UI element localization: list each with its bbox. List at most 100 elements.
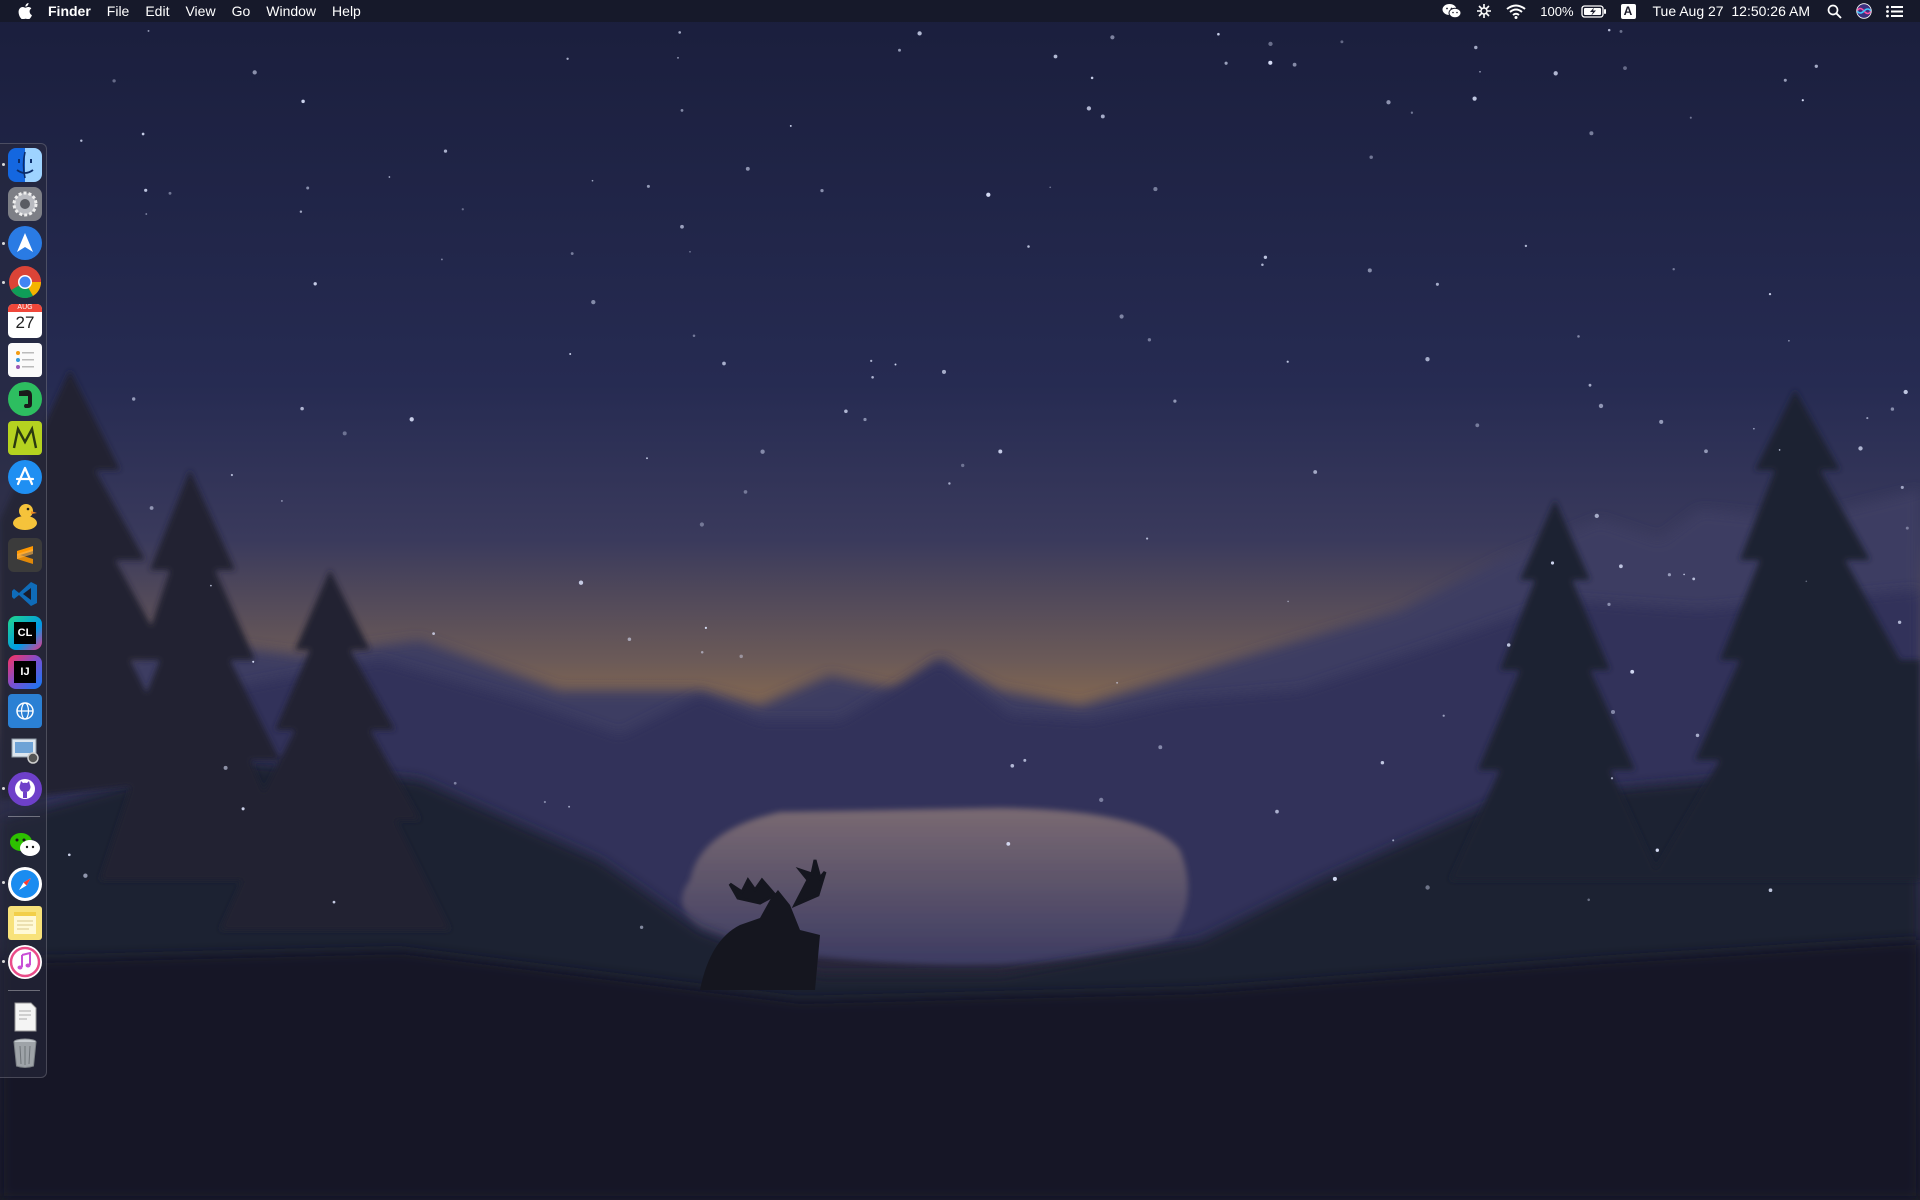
star: [1119, 314, 1124, 319]
dock-itunes[interactable]: [8, 945, 42, 979]
star: [342, 431, 347, 436]
star: [1475, 423, 1480, 428]
star: [986, 192, 991, 197]
star: [678, 31, 682, 34]
star: [941, 369, 947, 374]
dock-sublime-text[interactable]: [8, 538, 42, 572]
star: [591, 299, 596, 305]
star: [388, 176, 391, 178]
star: [147, 29, 150, 32]
clock-datetime[interactable]: Tue Aug 27 12:50:26 AM: [1643, 0, 1821, 22]
menu-go[interactable]: Go: [224, 0, 259, 22]
dock-finder[interactable]: [8, 148, 42, 182]
star: [1369, 155, 1373, 159]
star: [871, 376, 874, 379]
star: [67, 853, 71, 857]
star: [1607, 602, 1611, 607]
star: [1630, 669, 1635, 674]
star: [1903, 389, 1908, 395]
dock-clion[interactable]: CL: [8, 616, 42, 650]
sublime-icon: [17, 546, 33, 564]
star: [1905, 526, 1909, 530]
spotlight-search-icon[interactable]: [1820, 0, 1849, 22]
wechat-icon[interactable]: [1435, 0, 1469, 22]
dock-visual-studio-code[interactable]: [8, 577, 42, 611]
star: [1788, 339, 1790, 342]
apple-logo-icon[interactable]: [18, 2, 34, 20]
running-indicator: [2, 242, 5, 245]
dock-notes[interactable]: [8, 906, 42, 940]
star: [1619, 29, 1623, 33]
star: [948, 482, 951, 485]
dock-reminders[interactable]: [8, 343, 42, 377]
dock-cyberduck[interactable]: [8, 499, 42, 533]
dock: AUG 27 CL IJ: [0, 143, 47, 1078]
dock-wechat[interactable]: [8, 828, 42, 862]
menu-window[interactable]: Window: [258, 0, 324, 22]
star: [639, 925, 644, 929]
star: [760, 449, 765, 454]
extension-icon[interactable]: [1469, 0, 1499, 22]
star: [1900, 485, 1904, 489]
compass-icon: [11, 870, 39, 898]
star: [1589, 131, 1594, 136]
siri-icon[interactable]: [1849, 0, 1879, 22]
menu-help[interactable]: Help: [324, 0, 369, 22]
star: [1158, 745, 1163, 750]
dock-intellij-idea[interactable]: IJ: [8, 655, 42, 689]
star: [1268, 41, 1273, 47]
star: [1667, 573, 1671, 577]
globe-doc-icon: [16, 702, 34, 720]
menu-view[interactable]: View: [177, 0, 223, 22]
star: [1683, 573, 1685, 576]
star: [443, 149, 448, 153]
dock-network-utility[interactable]: [8, 694, 42, 728]
star: [252, 70, 257, 75]
star: [646, 457, 648, 460]
notification-center-icon[interactable]: [1879, 0, 1910, 22]
star: [743, 490, 748, 494]
battery-charging-icon[interactable]: [1580, 0, 1614, 22]
star: [1778, 449, 1781, 451]
battery-percent[interactable]: 100%: [1533, 0, 1580, 22]
star: [1442, 714, 1445, 717]
dock-preview[interactable]: [8, 733, 42, 767]
dock-system-preferences[interactable]: [8, 187, 42, 221]
dock-github-desktop[interactable]: [8, 772, 42, 806]
dock-trash[interactable]: [8, 1036, 42, 1070]
dock-separator: [8, 816, 40, 817]
dock-mindnode[interactable]: [8, 421, 42, 455]
finder-icon: [16, 151, 34, 179]
star: [1173, 399, 1177, 403]
running-indicator: [2, 163, 5, 166]
star: [1392, 839, 1395, 842]
dock-safari[interactable]: [8, 867, 42, 901]
dock-calendar[interactable]: AUG 27: [8, 304, 42, 338]
paper-plane-icon: [17, 233, 33, 252]
menu-bar-status: 100% A Tue Aug 27 12:50:26 AM: [1435, 0, 1910, 22]
wifi-icon[interactable]: [1499, 0, 1533, 22]
input-source-indicator[interactable]: A: [1614, 0, 1643, 22]
dock-evernote[interactable]: [8, 382, 42, 416]
dock-google-chrome[interactable]: [8, 265, 42, 299]
trash-icon: [13, 1038, 37, 1068]
star: [1610, 777, 1614, 780]
star: [1858, 446, 1863, 451]
dock-spark[interactable]: [8, 226, 42, 260]
star: [1474, 45, 1478, 50]
star: [689, 250, 691, 253]
dock-document[interactable]: [8, 1000, 42, 1034]
star: [112, 79, 116, 83]
star: [917, 31, 922, 36]
star: [1086, 106, 1092, 111]
menu-file[interactable]: File: [99, 0, 138, 22]
menu-edit[interactable]: Edit: [137, 0, 177, 22]
menu-app-finder[interactable]: Finder: [40, 0, 99, 22]
star: [1410, 111, 1414, 114]
star: [1268, 60, 1273, 65]
star: [1783, 78, 1787, 82]
star: [1147, 338, 1152, 342]
dock-app-store[interactable]: [8, 460, 42, 494]
star: [1010, 763, 1015, 768]
star: [1053, 54, 1058, 59]
